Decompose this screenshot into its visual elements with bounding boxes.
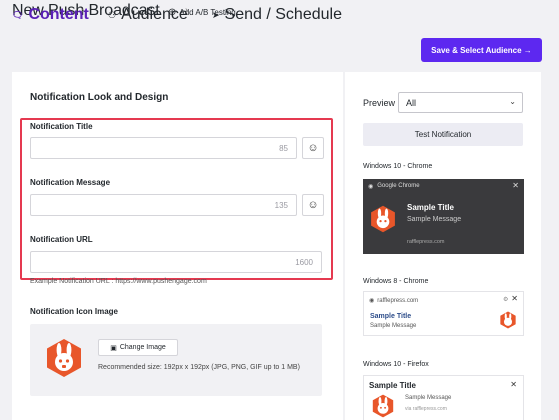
preview-panel: Preview All ⌄ Test Notification Windows … <box>345 72 541 420</box>
gear-icon[interactable]: ⚙ <box>503 296 508 303</box>
chevron-right-icon: › <box>185 5 189 16</box>
recommended-size-text: Recommended size: 192px x 192px (JPG, PN… <box>98 364 300 371</box>
chrome-icon: ◉ <box>368 183 374 190</box>
preview-via: via rafflepress.com <box>405 406 447 412</box>
close-icon[interactable]: ✕ <box>511 294 518 303</box>
step-content-label: Content <box>28 6 89 23</box>
step-send-schedule[interactable]: ➤ Send / Schedule <box>212 6 342 24</box>
preview-title: Sample Title <box>407 203 454 212</box>
preview-selected-value: All <box>406 97 417 108</box>
camera-icon: ▣ <box>110 344 117 352</box>
browser-name: Google Chrome <box>377 183 420 189</box>
message-icon: 🗨 <box>12 9 24 20</box>
notification-message-input[interactable]: 135 <box>30 194 297 216</box>
preview-message: Sample Message <box>370 323 417 329</box>
url-example-text: Example Notification URL : https://www.p… <box>30 278 207 285</box>
chrome-icon: ◉ <box>369 298 375 304</box>
notification-title-input[interactable]: 85 <box>30 137 297 159</box>
message-label: Notification Message <box>30 178 111 187</box>
emoji-picker-icon[interactable]: ☺ <box>302 137 324 159</box>
preview-title: Sample Title <box>370 313 412 320</box>
win8-chrome-preview: ◉ rafflepress.com ⚙ ✕ Sample Title Sampl… <box>363 291 524 336</box>
preview-title: Sample Title <box>369 381 416 390</box>
win10-chrome-label: Windows 10 - Chrome <box>363 163 433 170</box>
url-label: Notification URL <box>30 235 93 244</box>
preview-select[interactable]: All ⌄ <box>398 92 523 113</box>
win10-firefox-label: Windows 10 - Firefox <box>363 361 429 368</box>
rafflepress-logo-icon <box>47 339 81 377</box>
win10-firefox-preview: Sample Title ✕ Sample Message via raffle… <box>363 375 524 420</box>
emoji-picker-icon[interactable]: ☺ <box>302 194 324 216</box>
step-audience[interactable]: ⚇ Audience <box>108 6 188 24</box>
preview-site: rafflepress.com <box>407 239 445 245</box>
preview-label: Preview <box>363 98 396 108</box>
top-bar: New Push Broadcast ⊕ Add A/B Testing 🗨 C… <box>0 0 559 72</box>
save-select-audience-button[interactable]: Save & Select Audience → <box>421 38 542 62</box>
win10-chrome-preview: ◉ Google Chrome ✕ Sample Title Sample Me… <box>363 179 524 254</box>
scroll-gutter <box>545 72 559 420</box>
win8-chrome-label: Windows 8 - Chrome <box>363 278 429 285</box>
section-title: Notification Look and Design <box>30 92 169 103</box>
rafflepress-logo-icon <box>371 205 395 233</box>
close-icon[interactable]: ✕ <box>512 181 519 190</box>
chevron-right-icon: › <box>81 5 85 16</box>
paper-plane-icon: ➤ <box>212 9 220 20</box>
preview-site-row: ◉ rafflepress.com <box>369 297 419 305</box>
change-image-button[interactable]: ▣ Change Image <box>98 339 178 356</box>
preview-site: rafflepress.com <box>377 297 419 304</box>
rafflepress-logo-icon <box>500 311 516 329</box>
change-image-label: Change Image <box>119 344 166 351</box>
rafflepress-logo-icon <box>372 394 394 418</box>
message-char-count: 135 <box>274 201 288 210</box>
chrome-bar: ◉ Google Chrome <box>363 179 524 193</box>
close-icon[interactable]: ✕ <box>510 380 517 389</box>
test-notification-button[interactable]: Test Notification <box>363 123 523 146</box>
preview-message: Sample Message <box>407 216 462 223</box>
url-char-count: 1600 <box>295 258 313 267</box>
users-icon: ⚇ <box>108 9 117 20</box>
step-send-label: Send / Schedule <box>224 6 342 23</box>
notification-url-input[interactable]: 1600 <box>30 251 322 273</box>
title-label: Notification Title <box>30 122 93 131</box>
step-audience-label: Audience <box>121 6 188 23</box>
content-form-panel: Notification Look and Design Notificatio… <box>12 72 343 420</box>
icon-image-box: ▣ Change Image Recommended size: 192px x… <box>30 324 322 396</box>
step-content[interactable]: 🗨 Content <box>12 6 89 24</box>
icon-section-title: Notification Icon Image <box>30 307 119 316</box>
title-char-count: 85 <box>279 144 288 153</box>
chevron-down-icon: ⌄ <box>509 97 516 106</box>
preview-message: Sample Message <box>405 395 452 401</box>
